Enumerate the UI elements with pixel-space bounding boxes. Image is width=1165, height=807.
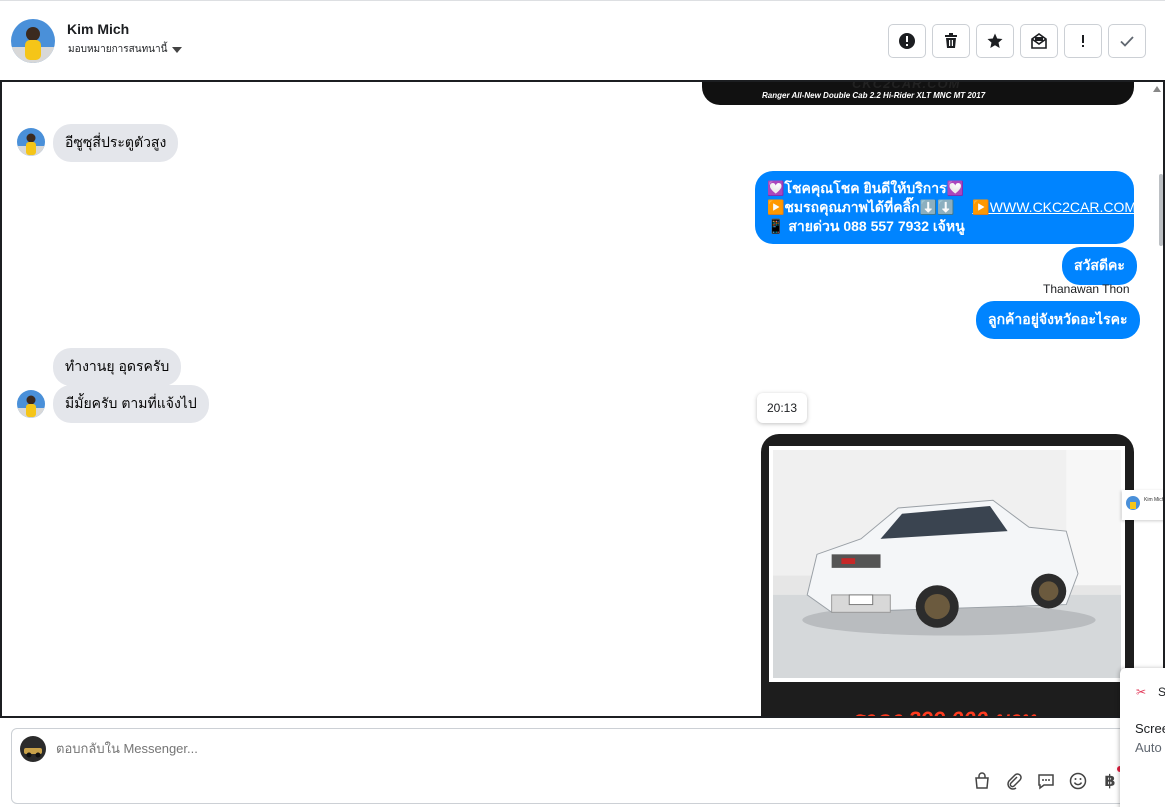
delete-button[interactable] bbox=[932, 24, 970, 58]
reply-input[interactable] bbox=[56, 741, 756, 756]
composer-tools: ฿ bbox=[972, 771, 1120, 791]
previous-car-image-card[interactable]: CKC2CAR.COM Ranger All-New Double Cab 2.… bbox=[702, 80, 1134, 105]
spam-button[interactable] bbox=[888, 24, 926, 58]
car-price: ราคา 399,000 บาท bbox=[851, 702, 1035, 716]
promo-line-2-text: ▶️ชมรถคุณภาพได้ที่คลิ๊ก⬇️⬇️ bbox=[767, 199, 955, 215]
mini-name: Kim Mich bbox=[1144, 497, 1165, 503]
mini-profile-preview[interactable]: Kim Mich bbox=[1122, 490, 1165, 520]
outgoing-message[interactable]: ลูกค้าอยู่จังหวัดอะไรคะ bbox=[976, 301, 1140, 339]
trash-icon bbox=[945, 33, 957, 48]
promo-line-3: 📱 สายด่วน 088 557 7932 เจ้หนู bbox=[767, 218, 965, 234]
exclamation-icon bbox=[1082, 35, 1084, 47]
contact-name[interactable]: Kim Mich bbox=[67, 21, 129, 37]
mini-avatar bbox=[1126, 496, 1140, 510]
timestamp-tooltip: 20:13 bbox=[757, 393, 808, 423]
envelope-open-icon bbox=[1031, 33, 1047, 49]
conversation-toolbar bbox=[888, 24, 1146, 58]
car-image-attachment[interactable]: ราคา 399,000 บาท bbox=[761, 434, 1134, 716]
message-thread[interactable]: CKC2CAR.COM Ranger All-New Double Cab 2.… bbox=[0, 80, 1165, 718]
baht-payment-icon[interactable]: ฿ bbox=[1100, 771, 1120, 791]
speech-bubble-icon[interactable] bbox=[1036, 771, 1056, 791]
mark-unread-button[interactable] bbox=[1020, 24, 1058, 58]
scrollbar-thumb[interactable] bbox=[1159, 174, 1163, 246]
card-brand: CKC2CAR.COM bbox=[852, 80, 961, 91]
incoming-message[interactable]: ทำงานยุ อุดรครับ bbox=[53, 348, 182, 386]
contact-avatar-small[interactable] bbox=[17, 390, 45, 418]
panel-line-1: Scree bbox=[1135, 721, 1165, 736]
paperclip-icon[interactable] bbox=[1004, 771, 1024, 791]
incoming-message[interactable]: มีมั้ยครับ ตามที่แจ้งไป bbox=[53, 385, 209, 423]
incoming-message[interactable]: อีซูซุสี่ประตูตัวสูง bbox=[53, 124, 179, 162]
outgoing-promo-message[interactable]: 💟โชคคุณโชค ยินดีให้บริการ💟 ▶️ชมรถคุณภาพไ… bbox=[755, 171, 1136, 244]
car-photo bbox=[769, 446, 1125, 682]
alert-circle-icon bbox=[899, 33, 915, 49]
contact-avatar-small[interactable] bbox=[17, 128, 45, 156]
mark-done-button[interactable] bbox=[1108, 24, 1146, 58]
panel-line-2: Auto bbox=[1135, 740, 1162, 755]
snip-tool-icon: ✂ bbox=[1136, 685, 1147, 699]
checkmark-icon bbox=[1120, 36, 1134, 47]
shopping-bag-icon[interactable] bbox=[972, 771, 992, 791]
scroll-up-icon[interactable] bbox=[1153, 86, 1161, 92]
assign-conversation-dropdown[interactable]: มอบหมายการสนทนานี้ bbox=[68, 42, 183, 57]
emoji-icon[interactable] bbox=[1068, 771, 1088, 791]
star-button[interactable] bbox=[976, 24, 1014, 58]
panel-title: S bbox=[1158, 685, 1165, 699]
conversation-header: Kim Mich มอบหมายการสนทนานี้ bbox=[0, 0, 1165, 80]
side-popup-panel[interactable]: ✂ S Scree Auto bbox=[1120, 668, 1165, 807]
messenger-inbox: Kim Mich มอบหมายการสนทนานี้ CKC2CAR.COM … bbox=[0, 0, 1165, 807]
caret-down-icon bbox=[172, 46, 183, 53]
promo-line-2: ▶️ชมรถคุณภาพได้ที่คลิ๊ก⬇️⬇️ ▶️WWW.CKC2CA… bbox=[767, 198, 1136, 217]
promo-line-1: 💟โชคคุณโชค ยินดีให้บริการ💟 bbox=[767, 180, 965, 196]
card-subtitle: Ranger All-New Double Cab 2.2 Hi-Rider X… bbox=[762, 91, 986, 100]
assign-label: มอบหมายการสนทนานี้ bbox=[68, 44, 168, 55]
contact-avatar[interactable] bbox=[11, 19, 55, 63]
sender-name: Thanawan Thon bbox=[1043, 282, 1130, 296]
star-icon bbox=[987, 33, 1003, 48]
page-avatar bbox=[20, 736, 46, 762]
reply-composer: ฿ bbox=[11, 728, 1151, 804]
important-button[interactable] bbox=[1064, 24, 1102, 58]
website-link[interactable]: ▶️WWW.CKC2CAR.COM bbox=[972, 199, 1136, 215]
outgoing-message[interactable]: สวัสดีคะ bbox=[1062, 247, 1137, 285]
